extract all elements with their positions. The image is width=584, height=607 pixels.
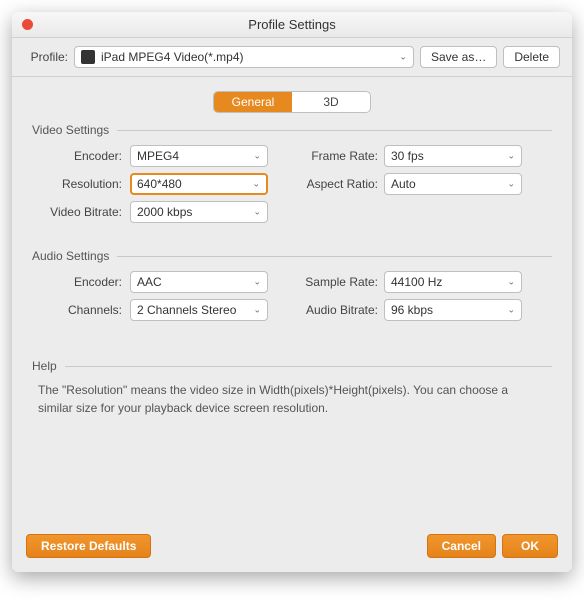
resolution-select[interactable]: 640*480⌄ [130, 173, 268, 195]
restore-defaults-button[interactable]: Restore Defaults [26, 534, 151, 558]
chevron-down-icon: ⌄ [507, 305, 515, 316]
audio-settings-title: Audio Settings [32, 249, 109, 263]
tab-switcher: General 3D [28, 91, 556, 113]
video-settings-title: Video Settings [32, 123, 109, 137]
profile-select[interactable]: iPad MPEG4 Video(*.mp4) ⌄ [74, 46, 414, 68]
chevron-down-icon: ⌄ [507, 277, 515, 288]
cancel-button[interactable]: Cancel [427, 534, 496, 558]
resolution-label: Resolution: [28, 177, 124, 191]
profile-row: Profile: iPad MPEG4 Video(*.mp4) ⌄ Save … [12, 38, 572, 77]
chevron-down-icon: ⌄ [253, 207, 261, 218]
body: General 3D Video Settings Encoder: MPEG4… [12, 77, 572, 524]
video-settings-group: Video Settings Encoder: MPEG4⌄ Frame Rat… [28, 123, 556, 223]
chevron-down-icon: ⌄ [253, 305, 261, 316]
frame-rate-label: Frame Rate: [288, 149, 378, 163]
window-title: Profile Settings [12, 17, 572, 32]
chevron-down-icon: ⌄ [253, 151, 261, 162]
video-encoder-select[interactable]: MPEG4⌄ [130, 145, 268, 167]
ok-button[interactable]: OK [502, 534, 558, 558]
video-bitrate-label: Video Bitrate: [28, 205, 124, 219]
chevron-down-icon: ⌄ [507, 151, 515, 162]
audio-encoder-label: Encoder: [28, 275, 124, 289]
channels-label: Channels: [28, 303, 124, 317]
video-bitrate-select[interactable]: 2000 kbps⌄ [130, 201, 268, 223]
help-group: Help The "Resolution" means the video si… [28, 359, 556, 417]
titlebar: Profile Settings [12, 12, 572, 38]
divider [117, 256, 552, 257]
profile-label: Profile: [24, 50, 68, 64]
divider [117, 130, 552, 131]
device-icon [81, 50, 95, 64]
audio-encoder-select[interactable]: AAC⌄ [130, 271, 268, 293]
footer: Restore Defaults Cancel OK [12, 524, 572, 572]
sample-rate-select[interactable]: 44100 Hz⌄ [384, 271, 522, 293]
chevron-down-icon: ⌄ [253, 277, 261, 288]
aspect-ratio-label: Aspect Ratio: [288, 177, 378, 191]
audio-settings-group: Audio Settings Encoder: AAC⌄ Sample Rate… [28, 249, 556, 321]
window: Profile Settings Profile: iPad MPEG4 Vid… [12, 12, 572, 572]
divider [65, 366, 552, 367]
chevron-down-icon: ⌄ [399, 52, 407, 63]
video-encoder-label: Encoder: [28, 149, 124, 163]
frame-rate-select[interactable]: 30 fps⌄ [384, 145, 522, 167]
audio-bitrate-label: Audio Bitrate: [288, 303, 378, 317]
delete-button[interactable]: Delete [503, 46, 560, 68]
sample-rate-label: Sample Rate: [288, 275, 378, 289]
chevron-down-icon: ⌄ [507, 179, 515, 190]
audio-bitrate-select[interactable]: 96 kbps⌄ [384, 299, 522, 321]
tab-3d[interactable]: 3D [292, 92, 370, 112]
aspect-ratio-select[interactable]: Auto⌄ [384, 173, 522, 195]
help-title: Help [32, 359, 57, 373]
help-text: The "Resolution" means the video size in… [38, 381, 546, 417]
chevron-down-icon: ⌄ [252, 179, 260, 190]
channels-select[interactable]: 2 Channels Stereo⌄ [130, 299, 268, 321]
profile-select-value: iPad MPEG4 Video(*.mp4) [101, 50, 244, 64]
tab-general[interactable]: General [214, 92, 292, 112]
save-as-button[interactable]: Save as… [420, 46, 497, 68]
